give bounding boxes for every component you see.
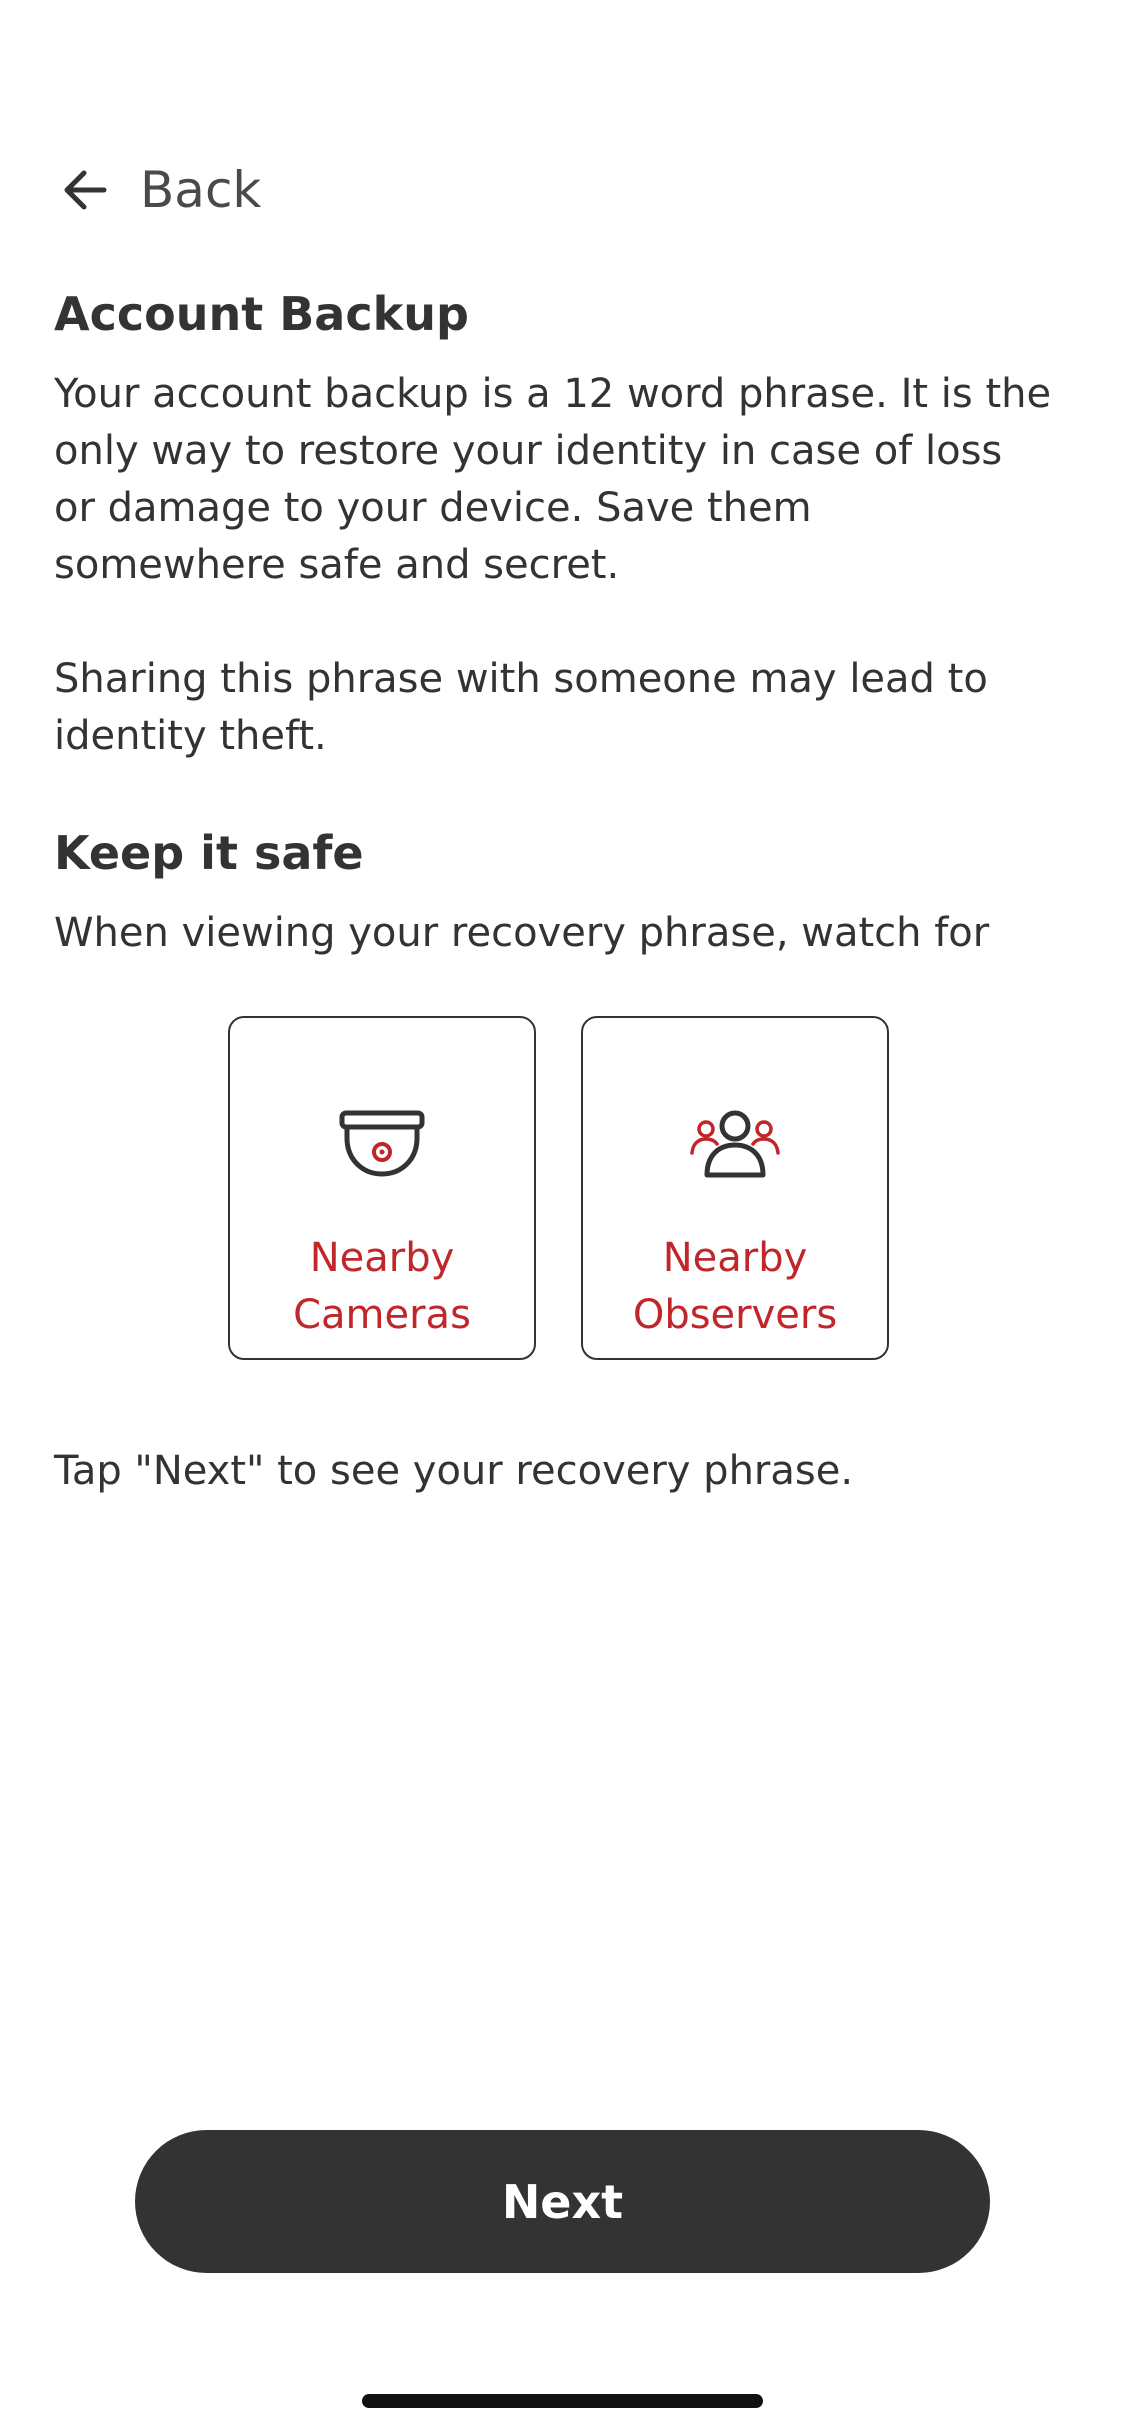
safety-cards: Nearby Cameras Nearby Observers xyxy=(228,1016,889,1360)
home-indicator[interactable] xyxy=(362,2394,763,2408)
warning-text: Sharing this phrase with someone may lea… xyxy=(54,656,988,759)
arrow-left-icon xyxy=(60,165,110,215)
main-content: Account Backup Your account backup is a … xyxy=(54,282,1054,962)
security-camera-icon xyxy=(339,1104,425,1184)
next-button[interactable]: Next xyxy=(135,2130,990,2273)
nearby-cameras-card: Nearby Cameras xyxy=(228,1016,536,1360)
safety-title: Keep it safe xyxy=(54,826,364,880)
intro-text: Your account backup is a 12 word phrase.… xyxy=(54,371,1052,588)
back-label: Back xyxy=(140,161,262,219)
next-instructions: Tap "Next" to see your recovery phrase. xyxy=(54,1448,854,1494)
nearby-cameras-label: Nearby Cameras xyxy=(293,1235,471,1338)
nearby-observers-label: Nearby Observers xyxy=(632,1235,838,1338)
back-button[interactable]: Back xyxy=(60,155,261,225)
people-group-icon xyxy=(690,1104,780,1184)
page-title: Account Backup xyxy=(54,287,469,341)
safety-subtitle: When viewing your recovery phrase, watch… xyxy=(54,910,990,956)
nearby-observers-card: Nearby Observers xyxy=(581,1016,889,1360)
